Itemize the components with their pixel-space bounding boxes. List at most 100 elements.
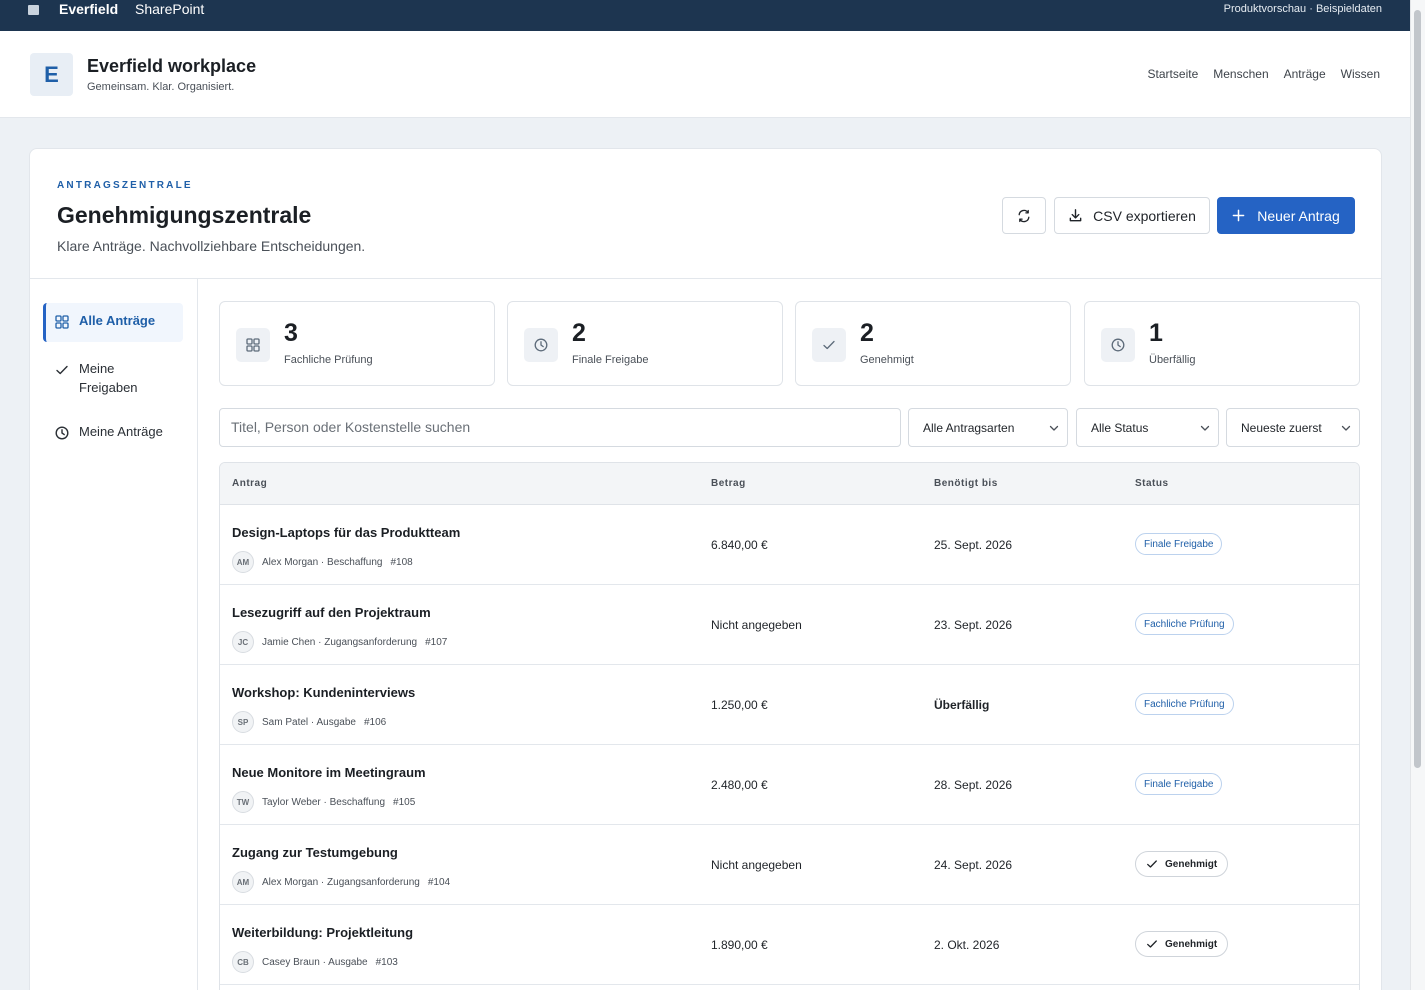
table-row[interactable]: Neue Monitore im Meetingraum TW Taylor W… [220,745,1359,825]
suite-bar: Everfield SharePoint Produktvorschau · B… [0,0,1410,31]
csv-export-button[interactable]: CSV exportieren [1054,197,1210,234]
request-meta: CB Casey Braun · Ausgabe #103 [232,951,398,973]
request-amount: Nicht angegeben [711,618,802,632]
request-requester: Alex Morgan · Zugangsanforderung [262,876,420,888]
stat-card-fachliche-pruefung[interactable]: 3 Fachliche Prüfung [219,301,495,386]
type-filter-value: Alle Antragsarten [923,421,1015,435]
sidebar-item-alle-antraege[interactable]: Alle Anträge [43,303,183,342]
stat-card-ueberfaellig[interactable]: 1 Überfällig [1084,301,1360,386]
avatar: JC [232,631,254,653]
request-amount: 1.890,00 € [711,938,768,952]
sort-value: Neueste zuerst [1241,421,1322,435]
request-title[interactable]: Neue Monitore im Meetingraum [232,765,426,780]
nav-wissen[interactable]: Wissen [1341,67,1380,81]
plus-icon [1232,209,1245,222]
status-badge-label: Genehmigt [1165,938,1218,950]
nav-startseite[interactable]: Startseite [1148,67,1199,81]
type-filter-select[interactable]: Alle Antragsarten [908,408,1068,447]
request-due-overdue: Überfällig [934,698,990,712]
status-badge: Fachliche Prüfung [1135,613,1234,635]
site-header: E Everfield workplace Gemeinsam. Klar. O… [0,31,1410,118]
request-meta: AM Alex Morgan · Beschaffung #108 [232,551,413,573]
request-amount: 1.250,00 € [711,698,768,712]
column-header-antrag[interactable]: Antrag [232,478,267,489]
sidebar-item-label: Meine Anträge [79,424,163,439]
download-icon [1069,209,1082,222]
request-due: 25. Sept. 2026 [934,538,1013,552]
request-id: #107 [425,636,448,648]
status-badge: Genehmigt [1135,931,1229,957]
request-meta: SP Sam Patel · Ausgabe #106 [232,711,386,733]
column-header-betrag[interactable]: Betrag [711,478,746,489]
request-title[interactable]: Weiterbildung: Projektleitung [232,925,413,940]
avatar: CB [232,951,254,973]
page-eyebrow: ANTRAGSZENTRALE [57,180,193,191]
table-row[interactable]: Lesezugriff auf den Projektraum JC Jamie… [220,585,1359,665]
request-due: 2. Okt. 2026 [934,938,1000,952]
suite-app-name[interactable]: SharePoint [135,1,204,17]
request-title[interactable]: Zugang zur Testumgebung [232,845,398,860]
request-id: #104 [427,876,451,888]
approval-center-card: ANTRAGSZENTRALE Genehmigungszentrale Kla… [29,148,1382,990]
stat-card-finale-freigabe[interactable]: 2 Finale Freigabe [507,301,783,386]
request-title[interactable]: Lesezugriff auf den Projektraum [232,605,431,620]
clock-icon [55,426,69,440]
stat-label: Genehmigt [860,354,914,366]
request-requester: Taylor Weber · Beschaffung [262,796,386,808]
request-title[interactable]: Design-Laptops für das Produktteam [232,525,460,540]
suite-brand[interactable]: Everfield [59,1,118,17]
sort-select[interactable]: Neueste zuerst [1226,408,1360,447]
page-title: Genehmigungszentrale [57,202,312,228]
table-row[interactable]: Workshop: Kundeninterviews SP Sam Patel … [220,665,1359,745]
column-header-status[interactable]: Status [1135,478,1169,489]
stat-label: Fachliche Prüfung [284,354,373,366]
refresh-icon [1018,209,1030,222]
request-requester: Sam Patel · Ausgabe [262,716,356,728]
table-row[interactable]: Weiterbildung: Projektleitung CB Casey B… [220,905,1359,985]
search-input[interactable]: Titel, Person oder Kostenstelle suchen [219,408,901,447]
app-launcher-icon[interactable] [28,5,39,15]
table-row[interactable]: Design-Laptops für das Produktteam AM Al… [220,505,1359,585]
request-due: 24. Sept. 2026 [934,858,1013,872]
request-requester: Casey Braun · Ausgabe [262,956,368,968]
site-title[interactable]: Everfield workplace [87,56,256,77]
sidebar-item-meine-antraege[interactable]: Meine Anträge [43,424,183,440]
header-divider [30,278,1381,279]
site-subtitle: Gemeinsam. Klar. Organisiert. [87,81,235,93]
request-meta: TW Taylor Weber · Beschaffung #105 [232,791,415,813]
sidebar-item-label: Meine Freigaben [79,361,138,395]
site-logo[interactable]: E [30,53,73,96]
table-row[interactable]: Zugang zur Testumgebung AM Alex Morgan ·… [220,825,1359,905]
request-id: #103 [375,956,398,968]
nav-menschen[interactable]: Menschen [1213,67,1268,81]
column-header-benoetigt-bis[interactable]: Benötigt bis [934,478,998,489]
request-meta: JC Jamie Chen · Zugangsanforderung #107 [232,631,447,653]
status-badge-label: Genehmigt [1165,858,1218,870]
request-due: 28. Sept. 2026 [934,778,1013,792]
request-amount: 6.840,00 € [711,538,768,552]
table-header: Antrag Betrag Benötigt bis Status [220,463,1359,505]
avatar: AM [232,871,254,893]
clock-icon [524,328,558,362]
sidebar-item-meine-freigaben[interactable]: Meine Freigaben [43,359,183,397]
preview-note: Produktvorschau · Beispieldaten [1223,3,1382,15]
scrollbar-thumb[interactable] [1414,10,1421,768]
new-request-button[interactable]: Neuer Antrag [1217,197,1355,234]
page-subtitle: Klare Anträge. Nachvollziehbare Entschei… [57,238,366,254]
site-nav: Startseite Menschen Anträge Wissen [1148,67,1380,81]
clock-icon [1101,328,1135,362]
status-badge: Finale Freigabe [1135,533,1223,555]
request-requester: Jamie Chen · Zugangsanforderung [262,636,418,648]
chevron-down-icon [1200,425,1210,431]
nav-antraege[interactable]: Anträge [1284,67,1326,81]
request-title[interactable]: Workshop: Kundeninterviews [232,685,415,700]
csv-export-label: CSV exportieren [1093,207,1196,224]
status-badge: Finale Freigabe [1135,773,1223,795]
check-icon [812,328,846,362]
refresh-button[interactable] [1002,197,1046,234]
check-icon [1147,860,1157,868]
request-id: #105 [393,796,416,808]
stat-card-genehmigt[interactable]: 2 Genehmigt [795,301,1071,386]
avatar: AM [232,551,254,573]
status-filter-select[interactable]: Alle Status [1076,408,1219,447]
